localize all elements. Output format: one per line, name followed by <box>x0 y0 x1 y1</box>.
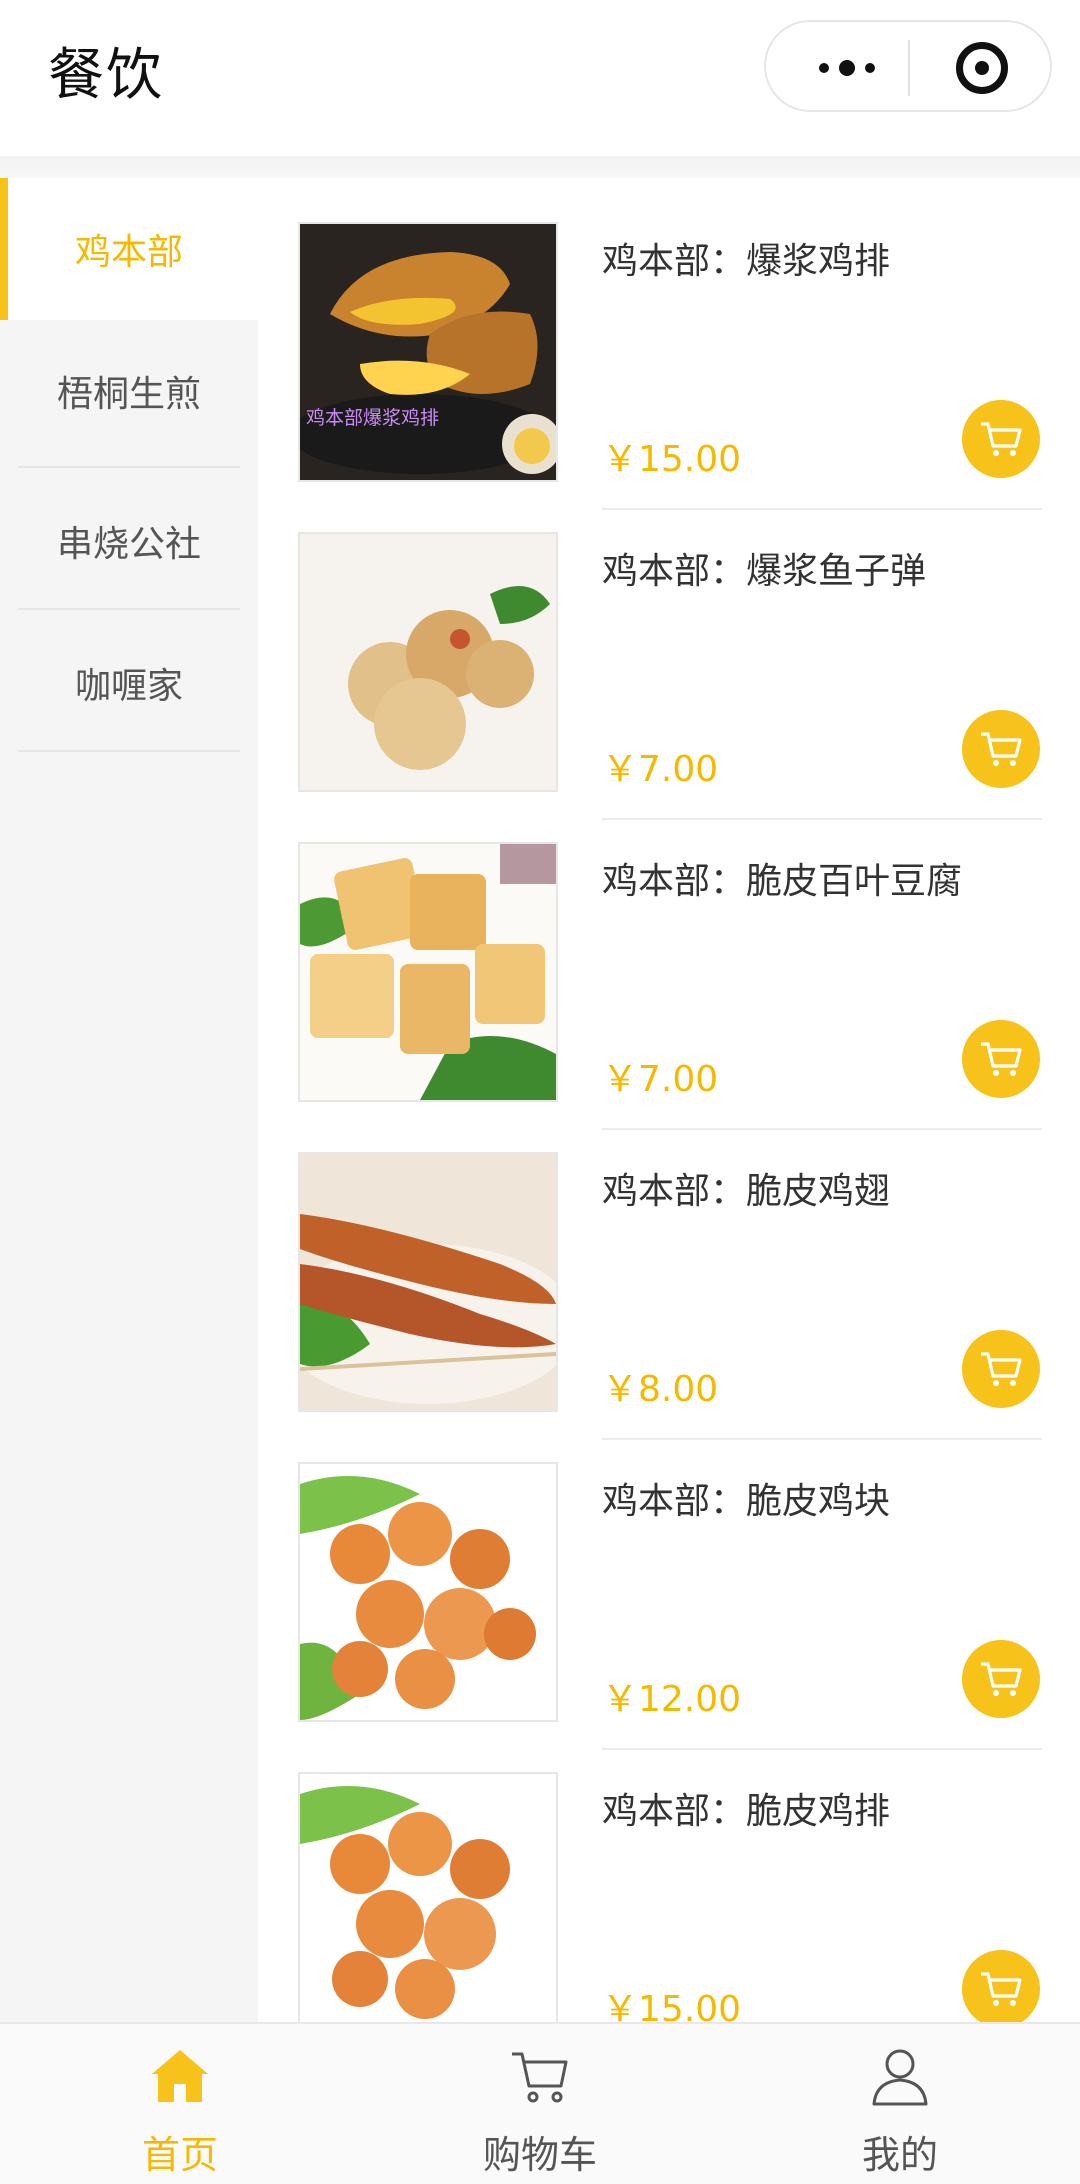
product-price: ￥15.00 <box>602 1989 742 2022</box>
sidebar-divider <box>18 750 240 752</box>
user-icon <box>872 2049 928 2106</box>
capsule-divider <box>908 40 910 96</box>
product-price: ￥8.00 <box>602 1369 719 1410</box>
app-page: 餐饮 鸡本部 梧桐生煎 串烧公社 咖喱家 鸡本部爆浆鸡排 鸡本部：爆浆鸡排 ￥1… <box>0 0 1080 2184</box>
tab-profile[interactable]: 我的 <box>720 2024 1080 2184</box>
sidebar-item-label: 梧桐生煎 <box>56 374 201 415</box>
sidebar-item-wutong[interactable]: 梧桐生煎 <box>0 320 258 462</box>
tab-label: 购物车 <box>482 2133 597 2177</box>
cart-icon <box>981 1352 1022 1386</box>
product-image[interactable] <box>298 1772 558 2022</box>
sidebar-item-jibenbu[interactable]: 鸡本部 <box>0 178 258 320</box>
product-image[interactable] <box>298 532 558 792</box>
product-price: ￥15.00 <box>602 439 742 480</box>
sidebar-divider <box>18 466 240 468</box>
tab-label: 首页 <box>141 2133 218 2177</box>
sidebar-item-galijia[interactable]: 咖喱家 <box>0 612 258 754</box>
cart-icon <box>981 1972 1022 2006</box>
product-image[interactable] <box>298 1152 558 1412</box>
sidebar-divider <box>18 608 240 610</box>
product-item[interactable]: 鸡本部：爆浆鱼子弹 ￥7.00 <box>258 488 1080 820</box>
product-name: 鸡本部：爆浆鱼子弹 <box>602 551 927 592</box>
product-name: 鸡本部：脆皮鸡块 <box>602 1481 891 1522</box>
tab-home[interactable]: 首页 <box>0 2024 360 2184</box>
more-dot-icon <box>865 63 875 73</box>
product-image[interactable] <box>298 1462 558 1722</box>
product-name: 鸡本部：爆浆鸡排 <box>602 241 891 282</box>
product-item[interactable]: 鸡本部：脆皮百叶豆腐 ￥7.00 <box>258 798 1080 1130</box>
cart-icon <box>981 1042 1022 1076</box>
more-dot-icon <box>819 63 829 73</box>
sidebar-item-label: 鸡本部 <box>74 232 183 273</box>
add-to-cart-button[interactable] <box>962 1330 1040 1408</box>
add-to-cart-button[interactable] <box>962 1640 1040 1718</box>
product-price: ￥7.00 <box>602 1059 719 1100</box>
tab-label: 我的 <box>861 2133 938 2177</box>
more-dot-icon <box>839 60 855 76</box>
product-item[interactable]: 鸡本部爆浆鸡排 鸡本部：爆浆鸡排 ￥15.00 <box>258 178 1080 510</box>
product-name: 鸡本部：脆皮鸡排 <box>602 1791 891 1832</box>
cart-icon <box>512 2052 568 2103</box>
sidebar-item-label: 咖喱家 <box>74 666 183 707</box>
header-divider <box>0 156 1080 178</box>
add-to-cart-button[interactable] <box>962 710 1040 788</box>
product-item[interactable]: 鸡本部：脆皮鸡翅 ￥8.00 <box>258 1108 1080 1440</box>
product-price: ￥12.00 <box>602 1679 742 1720</box>
product-image[interactable] <box>298 842 558 1102</box>
category-sidebar: 鸡本部 梧桐生煎 串烧公社 咖喱家 <box>0 178 258 2022</box>
sidebar-item-chuanshao[interactable]: 串烧公社 <box>0 470 258 612</box>
close-miniprogram-button[interactable] <box>956 42 1008 94</box>
product-image[interactable]: 鸡本部爆浆鸡排 <box>298 222 558 482</box>
nav-bar: 餐饮 <box>0 0 1080 160</box>
add-to-cart-button[interactable] <box>962 1950 1040 2022</box>
miniprogram-capsule <box>764 20 1052 112</box>
product-name: 鸡本部：脆皮百叶豆腐 <box>602 861 963 902</box>
home-icon <box>152 2050 208 2102</box>
add-to-cart-button[interactable] <box>962 400 1040 478</box>
product-name: 鸡本部：脆皮鸡翅 <box>602 1171 891 1212</box>
product-price: ￥7.00 <box>602 749 719 790</box>
cart-icon <box>981 732 1022 766</box>
cart-icon <box>981 422 1022 456</box>
sidebar-item-label: 串烧公社 <box>56 524 201 565</box>
tab-cart[interactable]: 购物车 <box>360 2024 720 2184</box>
product-item[interactable]: 鸡本部：脆皮鸡排 ￥15.00 <box>258 1728 1080 2022</box>
page-title: 餐饮 <box>48 43 164 108</box>
image-caption: 鸡本部爆浆鸡排 <box>306 407 439 429</box>
bottom-tab-bar: 首页 购物车 我的 <box>0 2022 1080 2184</box>
add-to-cart-button[interactable] <box>962 1020 1040 1098</box>
product-list: 鸡本部爆浆鸡排 鸡本部：爆浆鸡排 ￥15.00 鸡本部：爆浆鱼子弹 ￥7.00 … <box>258 178 1080 2022</box>
cart-icon <box>981 1662 1022 1696</box>
more-options-button[interactable] <box>802 42 892 94</box>
product-item[interactable]: 鸡本部：脆皮鸡块 ￥12.00 <box>258 1418 1080 1750</box>
